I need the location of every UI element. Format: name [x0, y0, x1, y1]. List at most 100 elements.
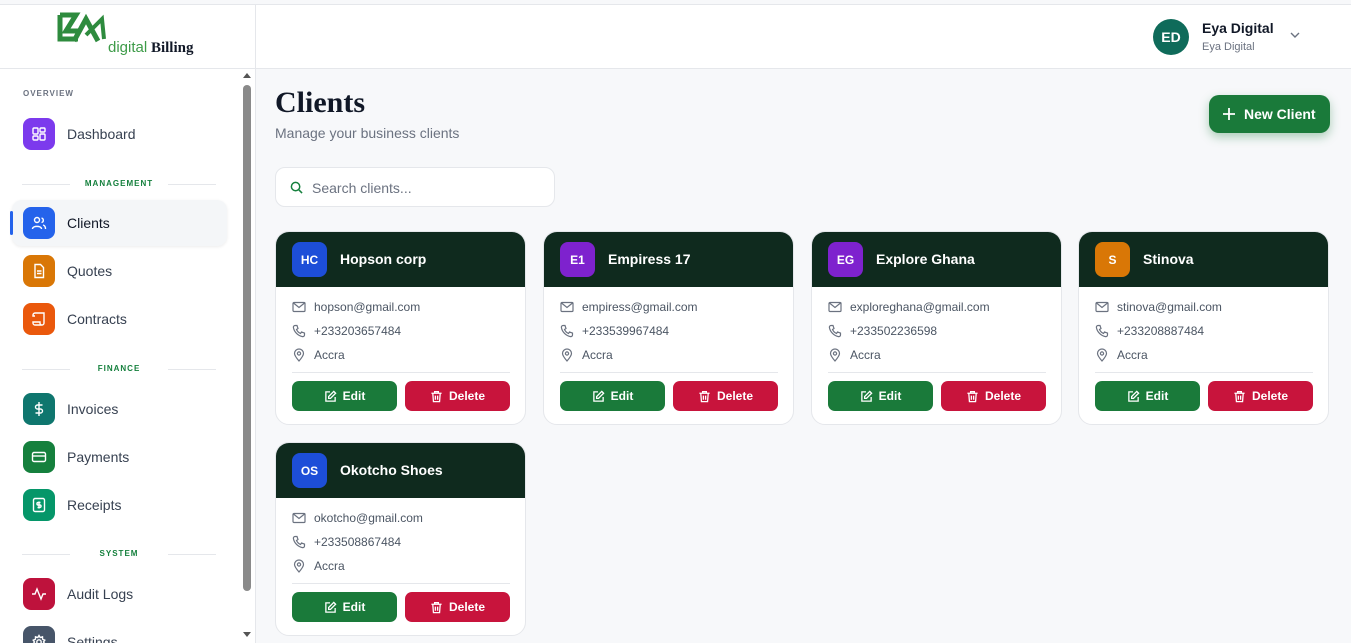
- sidebar-item-label: Quotes: [67, 263, 113, 279]
- search-input[interactable]: [312, 178, 542, 198]
- edit-label: Edit: [610, 389, 634, 403]
- divider: [828, 372, 1046, 373]
- divider: [560, 372, 778, 373]
- client-location-row: Accra: [560, 347, 613, 363]
- scrollbar-thumb[interactable]: [243, 85, 251, 591]
- logo-text: digital Billing: [108, 39, 194, 56]
- trash-icon: [431, 601, 442, 613]
- client-card-header: EG Explore Ghana: [812, 232, 1061, 287]
- search-box[interactable]: [275, 167, 555, 207]
- client-location-row: Accra: [828, 347, 881, 363]
- logo-area: digital Billing: [0, 5, 256, 69]
- client-phone: +233539967484: [582, 324, 670, 338]
- page-subtitle: Manage your business clients: [275, 125, 460, 141]
- divider: [292, 372, 510, 373]
- new-client-button[interactable]: New Client: [1209, 95, 1330, 133]
- section-management: MANAGEMENT: [22, 178, 216, 190]
- edit-button[interactable]: Edit: [560, 381, 665, 411]
- sidebar-item-contracts[interactable]: Contracts: [12, 296, 227, 342]
- sidebar-item-label: Receipts: [67, 497, 122, 513]
- client-email: exploreghana@gmail.com: [850, 300, 990, 314]
- client-location: Accra: [850, 348, 881, 362]
- client-card: HC Hopson corp hopson@gmail.com +2332036574…: [275, 231, 526, 425]
- receipt-icon: [23, 489, 55, 521]
- client-avatar: E1: [560, 242, 595, 277]
- client-location-row: Accra: [292, 347, 345, 363]
- dollar-icon: [23, 393, 55, 425]
- sidebar-item-label: Clients: [67, 215, 110, 231]
- location-pin-icon: [561, 348, 573, 362]
- client-email: hopson@gmail.com: [314, 300, 421, 314]
- client-email-row: hopson@gmail.com: [292, 299, 420, 315]
- delete-label: Delete: [984, 389, 1022, 403]
- client-avatar: OS: [292, 453, 327, 488]
- edit-button[interactable]: Edit: [828, 381, 933, 411]
- sidebar-scrollbar[interactable]: [240, 69, 254, 643]
- edit-label: Edit: [878, 389, 902, 403]
- client-card: E1 Empiress 17 empiress@gmail.com +23353996…: [543, 231, 794, 425]
- edit-label: Edit: [1145, 389, 1169, 403]
- client-email-row: empiress@gmail.com: [560, 299, 698, 315]
- sidebar-item-audit-logs[interactable]: Audit Logs: [12, 571, 227, 617]
- section-finance: FINANCE: [22, 363, 216, 375]
- scroll-down-arrow-icon[interactable]: [243, 632, 251, 637]
- client-avatar: S: [1095, 242, 1130, 277]
- sidebar-item-settings[interactable]: Settings: [12, 619, 227, 643]
- mail-icon: [560, 301, 574, 313]
- edit-button[interactable]: Edit: [292, 592, 397, 622]
- delete-button[interactable]: Delete: [1208, 381, 1313, 411]
- edit-icon: [860, 389, 873, 402]
- sidebar-item-label: Invoices: [67, 401, 119, 417]
- sidebar-item-invoices[interactable]: Invoices: [12, 386, 227, 432]
- sidebar-item-quotes[interactable]: Quotes: [12, 248, 227, 294]
- client-email: empiress@gmail.com: [582, 300, 698, 314]
- client-card-header: E1 Empiress 17: [544, 232, 793, 287]
- main-content: Clients Manage your business clients New…: [256, 69, 1351, 643]
- delete-button[interactable]: Delete: [941, 381, 1046, 411]
- active-indicator: [10, 211, 13, 235]
- sidebar-item-dashboard[interactable]: Dashboard: [12, 111, 227, 157]
- edit-button[interactable]: Edit: [292, 381, 397, 411]
- phone-icon: [292, 535, 306, 549]
- chevron-down-icon[interactable]: [1289, 29, 1301, 41]
- activity-icon: [23, 578, 55, 610]
- mail-icon: [292, 512, 306, 524]
- delete-button[interactable]: Delete: [673, 381, 778, 411]
- sidebar-item-label: Audit Logs: [67, 586, 134, 602]
- client-phone-row: +233203657484: [292, 323, 401, 339]
- client-name: Hopson corp: [340, 251, 427, 267]
- edit-icon: [592, 389, 605, 402]
- delete-button[interactable]: Delete: [405, 592, 510, 622]
- page-title: Clients: [275, 86, 365, 119]
- mail-icon: [1095, 301, 1109, 313]
- sidebar-item-payments[interactable]: Payments: [12, 434, 227, 480]
- location-pin-icon: [293, 348, 305, 362]
- edit-icon: [1127, 389, 1140, 402]
- divider: [292, 583, 510, 584]
- client-email-row: stinova@gmail.com: [1095, 299, 1222, 315]
- sidebar-item-clients[interactable]: Clients: [10, 200, 227, 246]
- delete-label: Delete: [716, 389, 754, 403]
- sidebar-item-label: Contracts: [67, 311, 127, 327]
- sidebar-item-receipts[interactable]: Receipts: [12, 482, 227, 528]
- client-name: Explore Ghana: [876, 251, 975, 267]
- location-pin-icon: [293, 559, 305, 573]
- client-location: Accra: [582, 348, 613, 362]
- plus-icon: [1222, 107, 1236, 121]
- trash-icon: [1234, 390, 1245, 402]
- edit-icon: [324, 389, 337, 402]
- scroll-icon: [23, 303, 55, 335]
- client-location-row: Accra: [1095, 347, 1148, 363]
- new-client-label: New Client: [1244, 106, 1316, 122]
- location-pin-icon: [1096, 348, 1108, 362]
- scroll-up-arrow-icon[interactable]: [243, 73, 251, 78]
- delete-button[interactable]: Delete: [405, 381, 510, 411]
- location-pin-icon: [829, 348, 841, 362]
- section-overview: OVERVIEW: [23, 89, 74, 98]
- edit-button[interactable]: Edit: [1095, 381, 1200, 411]
- client-phone-row: +233208887484: [1095, 323, 1204, 339]
- client-card-header: OS Okotcho Shoes: [276, 443, 525, 498]
- mail-icon: [828, 301, 842, 313]
- client-card-header: S Stinova: [1079, 232, 1328, 287]
- avatar[interactable]: ED: [1153, 19, 1189, 55]
